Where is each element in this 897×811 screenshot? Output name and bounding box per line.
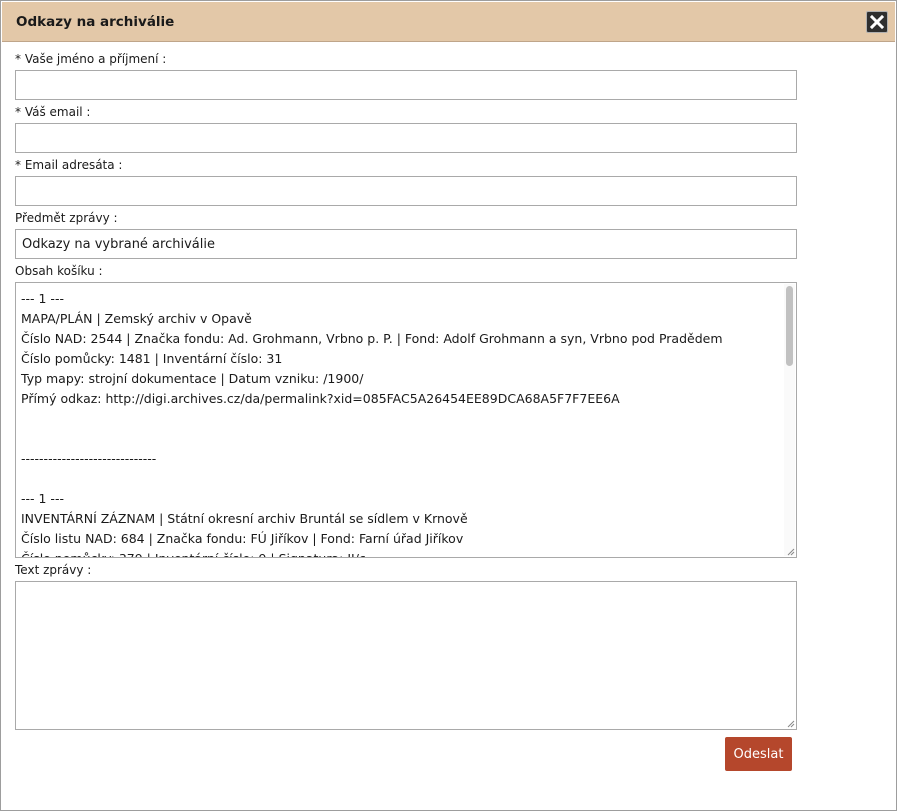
resize-grip-icon[interactable] <box>785 718 795 728</box>
cart-line: Číslo listu NAD: 684 | Značka fondu: FÚ … <box>21 531 464 546</box>
cart-line: Číslo pomůcky: 379 | Inventární číslo: 9… <box>21 549 780 557</box>
subject-input[interactable] <box>15 229 797 259</box>
close-button[interactable] <box>866 11 888 33</box>
message-textarea[interactable] <box>15 581 797 730</box>
cart-contents-label: Obsah košíku : <box>15 264 103 278</box>
cart-line <box>21 429 780 449</box>
cart-line: Typ mapy: strojní dokumentace | Datum vz… <box>21 371 364 386</box>
cart-line: INVENTÁRNÍ ZÁZNAM | Státní okresní archi… <box>21 511 468 526</box>
resize-grip-icon[interactable] <box>785 546 795 556</box>
cart-line: MAPA/PLÁN | Zemský archiv v Opavě <box>21 311 252 326</box>
send-links-dialog: Odkazy na archiválie * Vaše jméno a příj… <box>0 0 897 811</box>
dialog-titlebar: Odkazy na archiválie <box>2 2 895 42</box>
cart-line: Číslo NAD: 2544 | Značka fondu: Ad. Groh… <box>21 331 723 346</box>
message-label: Text zprávy : <box>15 563 92 577</box>
cart-scrollbar[interactable] <box>784 284 795 556</box>
email-input[interactable] <box>15 123 797 153</box>
recipient-email-input[interactable] <box>15 176 797 206</box>
cart-contents-textarea[interactable]: --- 1 --- MAPA/PLÁN | Zemský archiv v Opa… <box>15 282 797 558</box>
cart-line: Číslo pomůcky: 1481 | Inventární číslo: … <box>21 351 283 366</box>
cart-contents-text: --- 1 --- MAPA/PLÁN | Zemský archiv v Opa… <box>21 289 780 557</box>
cart-scrollbar-thumb[interactable] <box>786 286 793 366</box>
cart-line: --- 1 --- <box>21 291 64 306</box>
cart-line: --- 1 --- <box>21 491 64 506</box>
recipient-email-label: * Email adresáta : <box>15 158 123 172</box>
name-input[interactable] <box>15 70 797 100</box>
close-icon <box>870 15 884 29</box>
subject-label: Předmět zprávy : <box>15 211 118 225</box>
email-label: * Váš email : <box>15 105 91 119</box>
cart-line: Přímý odkaz: http://digi.archives.cz/da/… <box>21 391 620 406</box>
cart-line <box>21 469 780 489</box>
name-label: * Vaše jméno a příjmení : <box>15 52 167 66</box>
send-button[interactable]: Odeslat <box>725 737 792 771</box>
dialog-title: Odkazy na archiválie <box>16 14 175 30</box>
cart-line <box>21 409 780 429</box>
cart-line: ------------------------------ <box>21 451 157 466</box>
